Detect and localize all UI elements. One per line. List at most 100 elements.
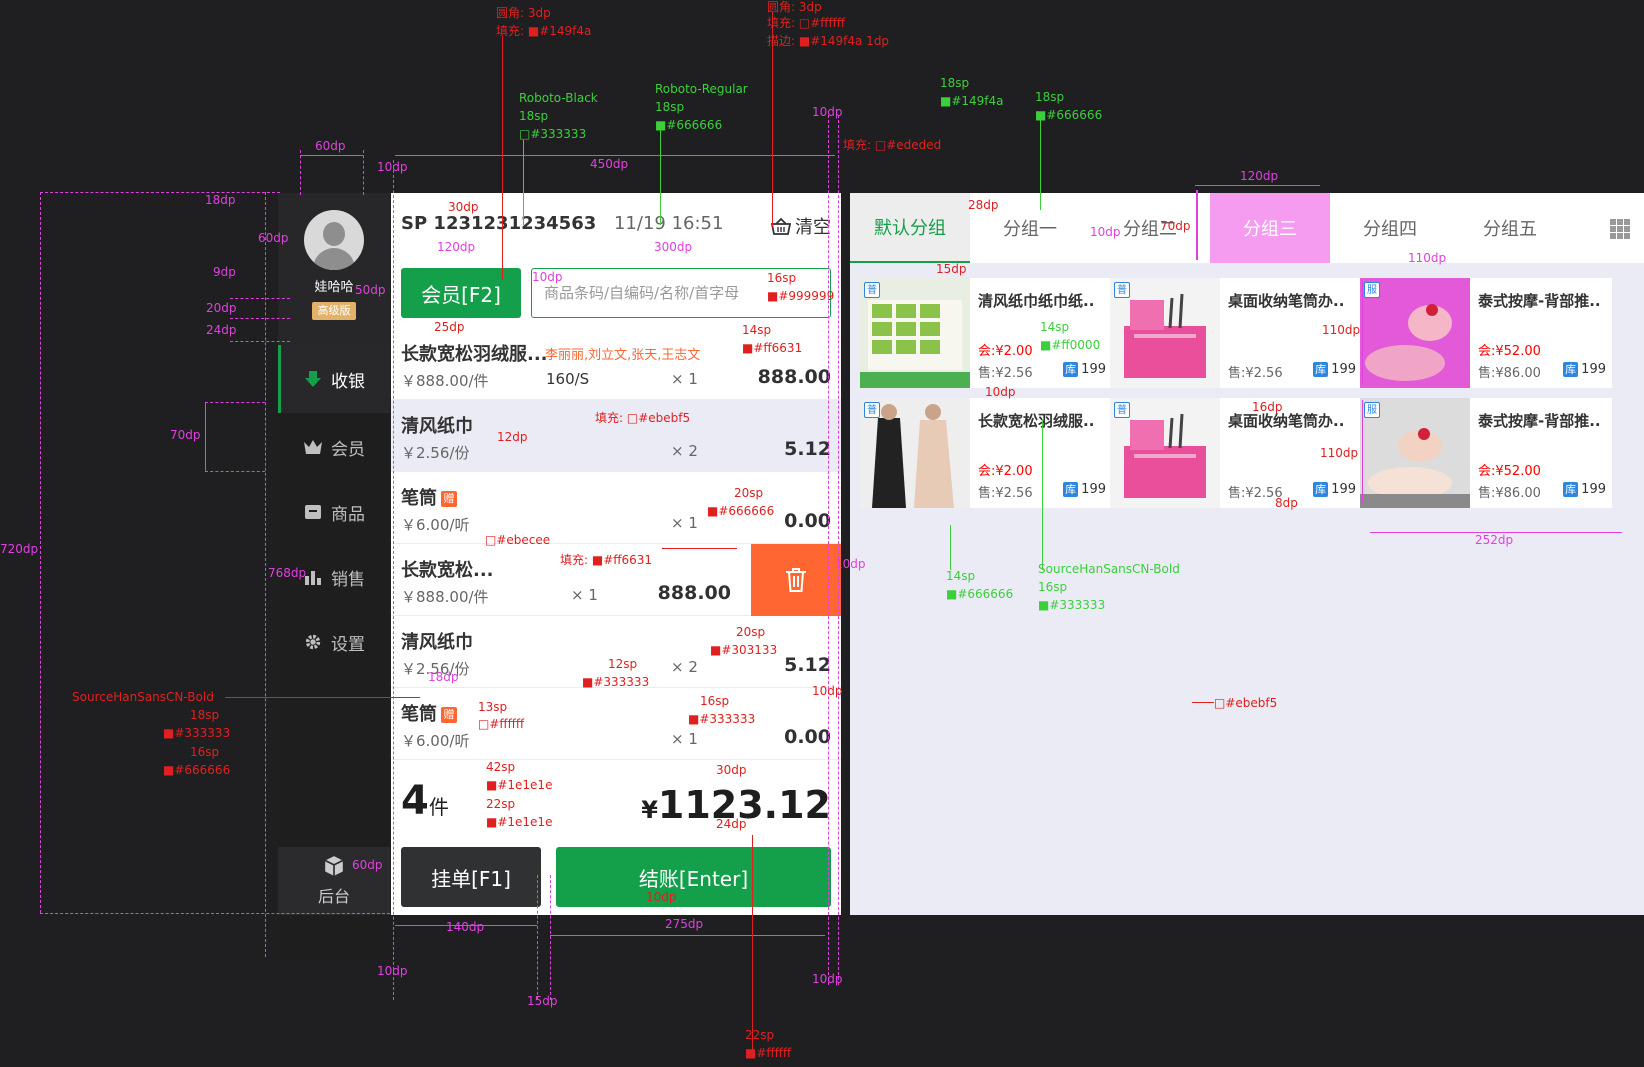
measure-line [1362, 400, 1363, 503]
cart-item-name: 长款宽松... [401, 560, 494, 581]
avatar[interactable] [304, 210, 364, 270]
annotation: 16dp [1252, 400, 1283, 414]
annotation: SourceHanSansCN-Bold [1038, 562, 1180, 576]
hold-order-button[interactable]: 挂单[F1] [401, 847, 541, 907]
nav-item-settings[interactable]: 设置 [278, 608, 390, 676]
cart-item-total: 888.00 [757, 366, 831, 388]
tab-group-5[interactable]: 分组五 [1450, 193, 1570, 263]
cart-item-price: ￥888.00/件 [401, 372, 489, 390]
annotation: 42sp [486, 760, 516, 774]
nav-item-member[interactable]: 会员 [278, 413, 390, 481]
product-panel: 默认分组 分组一 分组二 分组三 分组四 分组五 普 清风纸巾纸巾纸.. 会:¥… [850, 193, 1644, 915]
leader-line [752, 835, 753, 1050]
measure-line [1362, 280, 1363, 383]
guide-line [393, 160, 394, 1000]
guide-line [300, 150, 301, 195]
clear-cart-label: 清空 [795, 217, 831, 238]
product-card[interactable]: 服 泰式按摩-背部推.. 会:¥52.00 售:¥86.00 库 199 [1360, 278, 1612, 388]
annotation: 15dp [936, 262, 967, 276]
annotation: 10dp [812, 105, 843, 119]
annotation: ■#1e1e1e [486, 778, 553, 792]
annotation: 28dp [968, 198, 999, 212]
annotation: Roboto-Regular [655, 82, 748, 96]
gear-icon [305, 634, 321, 650]
nav-item-goods[interactable]: 商品 [278, 478, 390, 546]
cart-item-qty: × 1 [671, 514, 698, 532]
cart-item-spec: 160/S [546, 370, 590, 388]
product-type-badge: 普 [1114, 282, 1130, 298]
guide-line [205, 471, 265, 472]
gift-badge: 赠 [441, 707, 457, 723]
guide-line [230, 298, 290, 299]
crown-icon [304, 440, 322, 454]
cart-item-total: 0.00 [784, 510, 831, 532]
order-time: 11/19 16:51 [613, 213, 724, 234]
guide-line [363, 150, 364, 195]
annotation: ■#333333 [1038, 598, 1106, 612]
cart-item-price: ￥6.00/听 [401, 732, 470, 750]
trash-icon [786, 568, 806, 592]
cart-item-name-text: 笔筒 [401, 488, 437, 509]
tab-default-group[interactable]: 默认分组 [850, 193, 970, 263]
backend-label: 后台 [317, 887, 350, 906]
annotation: 圆角: 3dp [767, 0, 822, 14]
stock-label: 库 [1063, 482, 1079, 497]
nav-item-label: 销售 [331, 569, 365, 590]
annotation: 120dp [437, 240, 476, 254]
tab-group-3[interactable]: 分组三 [1210, 193, 1330, 263]
stock-label: 库 [1063, 362, 1079, 377]
annotation: 圆角: 3dp [496, 6, 551, 20]
stock: 库 199 [1063, 362, 1106, 377]
annotation: 10dp [1090, 225, 1121, 239]
product-card[interactable]: 普 清风纸巾纸巾纸.. 会:¥2.00 售:¥2.56 库 199 [860, 278, 1112, 388]
annotation: 252dp [1475, 533, 1514, 547]
annotation: 140dp [446, 920, 485, 934]
annotation: 12sp [608, 657, 638, 671]
annotation: Roboto-Black [519, 91, 598, 105]
annotation: 450dp [590, 157, 629, 171]
annotation: ■#333333 [163, 726, 231, 740]
stock: 库 199 [1313, 362, 1356, 377]
cart-item-name-text: 笔筒 [401, 704, 437, 725]
order-header: SP 1231231234563 11/19 16:51 [401, 213, 723, 234]
annotation: 110dp [1320, 446, 1359, 460]
cart-item[interactable]: 笔筒赠 ￥6.00/听 × 1 0.00 [391, 688, 841, 760]
nav-item-label: 收银 [331, 371, 365, 392]
annotation: ■#ff6631 [742, 341, 803, 355]
annotation: 18sp [940, 76, 970, 90]
product-type-badge: 服 [1364, 402, 1380, 418]
product-card[interactable]: 服 泰式按摩-背部推.. 会:¥52.00 售:¥86.00 库 199 [1360, 398, 1612, 508]
annotation: 描边: ■#149f4a 1dp [767, 34, 890, 48]
product-name: 桌面收纳笔筒办.. [1228, 292, 1345, 310]
cart-item-qty: × 2 [671, 442, 698, 460]
annotation: 10dp [646, 890, 677, 904]
annotation: ■#666666 [1035, 108, 1103, 122]
annotation: ■#666666 [655, 118, 723, 132]
grid-view-icon[interactable] [1610, 219, 1630, 239]
stock-label: 库 [1313, 362, 1329, 377]
product-card[interactable]: 普 长款宽松羽绒服.. 会:¥2.00 售:¥2.56 库 199 [860, 398, 1112, 508]
item-count-unit: 件 [428, 795, 449, 819]
annotation: 10dp [532, 270, 563, 284]
checkout-button[interactable]: 结账[Enter] [556, 847, 831, 907]
annotation: 8dp [1275, 496, 1298, 510]
annotation: SourceHanSansCN-Bold [72, 690, 214, 704]
annotation: 110dp [1322, 323, 1361, 337]
annotation: 60dp [352, 858, 383, 872]
annotation: 填充: ■#ff6631 [560, 553, 653, 567]
clear-cart-button[interactable]: 清空 [771, 213, 831, 239]
annotation: □#333333 [519, 127, 587, 141]
annotation: 18sp [190, 708, 220, 722]
annotation: □#ffffff [478, 717, 525, 731]
product-name: 清风纸巾纸巾纸.. [978, 292, 1095, 310]
annotation: 15dp [527, 994, 558, 1008]
product-type-badge: 普 [864, 402, 880, 418]
nav-item-cashier[interactable]: 收银 [278, 345, 390, 413]
annotation: 12dp [497, 430, 528, 444]
sale-price: 售:¥2.56 [978, 486, 1033, 501]
member-button[interactable]: 会员[F2] [401, 268, 521, 318]
measure-line [550, 935, 825, 936]
cart-item[interactable]: 长款宽松羽绒服... 李丽丽,刘立文,张天,王志文 ￥888.00/件 160/… [391, 328, 841, 400]
stock-value: 199 [1581, 362, 1606, 377]
annotation: ■#333333 [582, 675, 650, 689]
